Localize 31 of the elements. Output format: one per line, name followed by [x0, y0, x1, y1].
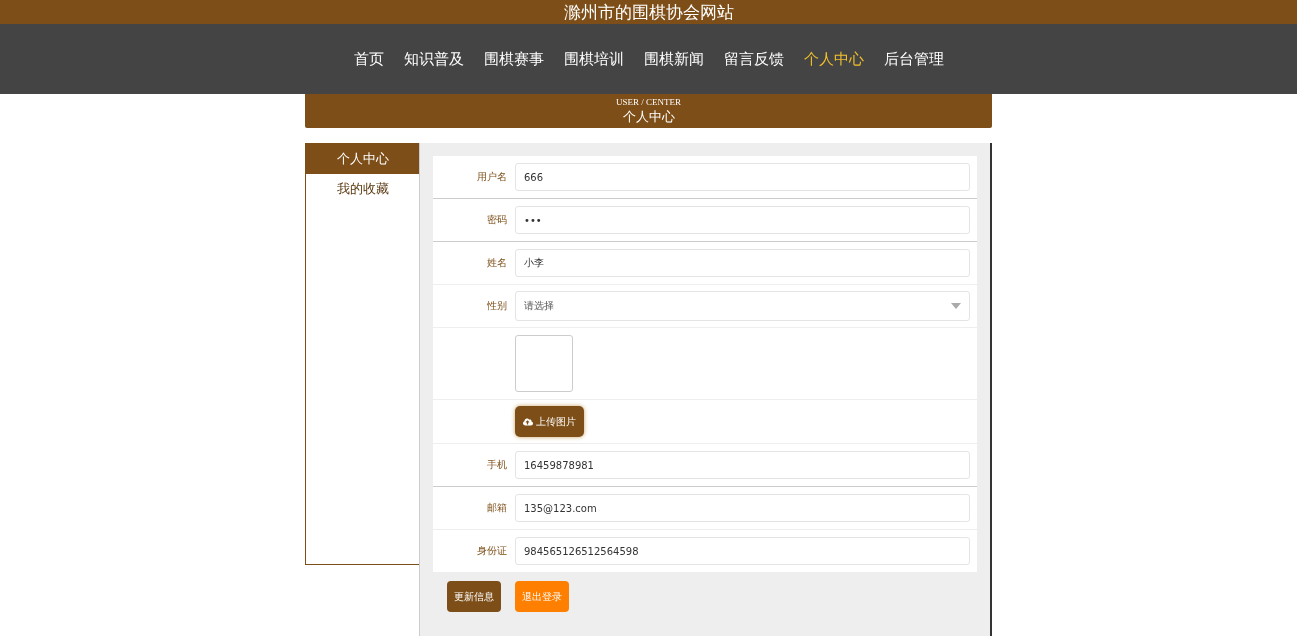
- action-button[interactable]: 更新信息: [447, 581, 501, 612]
- input-field[interactable]: 小李: [515, 249, 970, 277]
- field-label: 用户名: [476, 170, 508, 184]
- field-label: 手机: [486, 458, 508, 472]
- site-title: 滁州市的围棋协会网站: [0, 0, 1297, 24]
- nav-link[interactable]: 知识普及: [395, 43, 472, 75]
- banner-subtitle: USER / CENTER: [616, 96, 681, 108]
- nav-link[interactable]: 首页: [345, 43, 392, 75]
- input-field[interactable]: 666: [515, 163, 970, 191]
- caret-icon: [951, 303, 961, 309]
- field-label: 密码: [486, 213, 508, 227]
- input-field[interactable]: 984565126512564598: [515, 537, 970, 565]
- sidebar-item[interactable]: 个人中心: [306, 144, 419, 174]
- nav-link[interactable]: 后台管理: [875, 43, 952, 75]
- input-field[interactable]: 135@123.com: [515, 494, 970, 522]
- nav-link[interactable]: 留言反馈: [715, 43, 792, 75]
- nav-link[interactable]: 个人中心: [795, 43, 872, 75]
- input-field[interactable]: •••: [515, 206, 970, 234]
- image-placeholder: [515, 335, 573, 392]
- banner-title: 个人中心: [622, 107, 675, 126]
- field-label: 邮箱: [486, 501, 508, 515]
- field-label: 姓名: [486, 256, 508, 270]
- nav-link[interactable]: 围棋赛事: [475, 43, 552, 75]
- cloud-upload-icon: [523, 416, 533, 427]
- input-field[interactable]: 16459878981: [515, 451, 970, 479]
- upload-button[interactable]: 上传图片: [515, 406, 584, 437]
- select-field[interactable]: 请选择: [515, 291, 970, 321]
- nav-link[interactable]: 围棋培训: [555, 43, 632, 75]
- field-label: 性别: [486, 299, 508, 313]
- nav-link[interactable]: 围棋新闻: [635, 43, 712, 75]
- field-label: 身份证: [476, 544, 508, 558]
